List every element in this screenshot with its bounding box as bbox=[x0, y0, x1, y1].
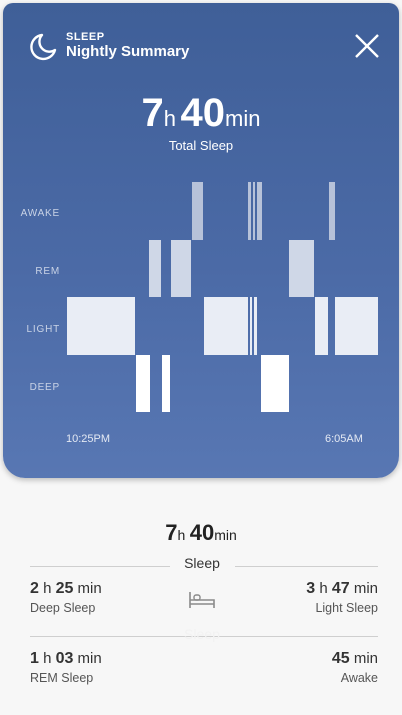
hypnogram-bar bbox=[192, 182, 203, 240]
light-hours: 3 bbox=[306, 580, 316, 597]
hypnogram-bar bbox=[248, 182, 251, 240]
moon-icon bbox=[30, 33, 57, 61]
rem-minutes: 03 bbox=[55, 650, 74, 667]
sleep-section-label: Sleep bbox=[184, 555, 220, 571]
total-hours: 7 bbox=[141, 91, 164, 135]
awake-label: Awake bbox=[340, 671, 378, 685]
total-min-unit: min bbox=[225, 106, 261, 131]
stage-label-awake: AWAKE bbox=[20, 208, 60, 219]
awake-minutes: 45 bbox=[331, 650, 350, 667]
hypnogram-bar bbox=[136, 355, 150, 412]
stage-label-deep: DEEP bbox=[29, 382, 60, 393]
sleep-chart-panel: SLEEP Nightly Summary 7h 40min Total Sle… bbox=[3, 3, 399, 478]
awake-stat: 45 min Awake bbox=[331, 650, 378, 685]
close-icon[interactable] bbox=[353, 32, 381, 60]
hypnogram-bar bbox=[254, 297, 257, 355]
summary-minutes: 40 bbox=[189, 520, 215, 545]
hypnogram-bar bbox=[335, 297, 378, 355]
hypnogram-bar bbox=[67, 297, 135, 355]
summary-hours: 7 bbox=[165, 520, 178, 545]
hypnogram-bar bbox=[204, 297, 248, 355]
hypnogram-bar bbox=[162, 355, 170, 412]
bed-icon bbox=[189, 592, 215, 608]
total-sleep-label: Total Sleep bbox=[168, 138, 234, 153]
faded-sleep-label: Sleep bbox=[184, 626, 220, 642]
total-sleep-value: 7h 40min bbox=[3, 91, 399, 136]
total-minutes: 40 bbox=[180, 91, 226, 135]
light-minutes: 47 bbox=[331, 580, 350, 597]
stage-label-rem: REM bbox=[35, 266, 60, 277]
light-sleep-label: Light Sleep bbox=[315, 601, 378, 615]
rem-hours: 1 bbox=[30, 650, 39, 667]
divider bbox=[30, 566, 170, 567]
light-sleep-stat: 3 h 47 min Light Sleep bbox=[306, 580, 378, 615]
hypnogram-bar bbox=[250, 297, 252, 355]
deep-sleep-stat: 2 h 25 min Deep Sleep bbox=[30, 580, 102, 615]
summary-total-sleep: 7h 40min bbox=[0, 520, 402, 546]
hypnogram-bar bbox=[329, 182, 335, 240]
stage-label-light: LIGHT bbox=[26, 324, 60, 335]
hypnogram-bar bbox=[261, 355, 289, 412]
summary-h-unit: h bbox=[177, 527, 186, 543]
deep-hours: 2 bbox=[30, 580, 39, 597]
hypnogram-bar bbox=[257, 182, 262, 240]
hypnogram-bar bbox=[171, 240, 191, 297]
rem-sleep-label: REM Sleep bbox=[30, 671, 94, 685]
hypnogram-bar bbox=[289, 240, 314, 297]
chart-start-time: 10:25PM bbox=[66, 433, 111, 445]
rem-sleep-stat: 1 h 03 min REM Sleep bbox=[30, 650, 102, 685]
hypnogram-bar bbox=[149, 240, 161, 297]
total-h-unit: h bbox=[163, 106, 177, 131]
deep-sleep-label: Deep Sleep bbox=[30, 601, 96, 615]
hypnogram-bar bbox=[315, 297, 328, 355]
chart-end-time: 6:05AM bbox=[325, 433, 363, 445]
deep-minutes: 25 bbox=[55, 580, 74, 597]
header-kicker: SLEEP bbox=[66, 31, 105, 43]
divider bbox=[235, 566, 378, 567]
hypnogram-bar bbox=[253, 182, 255, 240]
summary-min-unit: min bbox=[214, 527, 237, 543]
page-title: Nightly Summary bbox=[66, 43, 190, 60]
